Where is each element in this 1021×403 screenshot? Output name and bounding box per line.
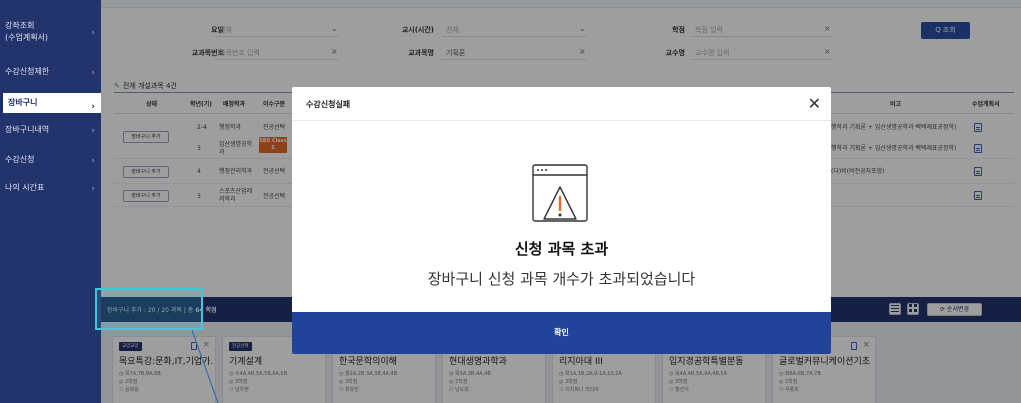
sidebar-item-cart-history[interactable]: 장바구니내역 › bbox=[0, 124, 101, 138]
chevron-right-icon: › bbox=[91, 156, 95, 166]
dialog-heading: 신청 과목 초과 bbox=[514, 240, 609, 258]
sidebar-item-label: 수강신청 bbox=[5, 155, 35, 164]
tutorial-highlight bbox=[95, 288, 203, 330]
sidebar-item-label: 장바구니 bbox=[8, 98, 38, 107]
sidebar-item-label: 강좌조회 (수업계획서) bbox=[5, 21, 49, 42]
chevron-right-icon: › bbox=[91, 126, 95, 136]
close-icon[interactable]: ✕ bbox=[808, 94, 821, 113]
sidebar-item-registration[interactable]: 수강신청 › bbox=[0, 154, 101, 168]
sidebar-item-label: 수강신청제한 bbox=[5, 67, 50, 76]
sidebar: 강좌조회 (수업계획서) › 수강신청제한 › 장바구니 › 장바구니내역 › … bbox=[0, 0, 101, 403]
chevron-right-icon: › bbox=[91, 68, 95, 78]
dialog-title: 수강신청실패 bbox=[306, 100, 351, 109]
warning-window-icon bbox=[529, 163, 591, 227]
chevron-right-icon: › bbox=[91, 102, 95, 112]
sidebar-item-timetable[interactable]: 나의 시간표 › bbox=[0, 182, 101, 196]
registration-failed-dialog: 수강신청실패 ✕ 신청 과목 초과 장바구니 신청 과목 개수가 초과되었습니다… bbox=[292, 87, 831, 354]
sidebar-item-restriction[interactable]: 수강신청제한 › bbox=[0, 66, 101, 80]
tutorial-pointer-line bbox=[191, 330, 219, 403]
dialog-message: 장바구니 신청 과목 개수가 초과되었습니다 bbox=[427, 270, 696, 288]
sidebar-item-label: 장바구니내역 bbox=[5, 125, 50, 134]
dialog-header: 수강신청실패 ✕ bbox=[292, 87, 831, 121]
chevron-right-icon: › bbox=[91, 184, 95, 194]
sidebar-item-course-search[interactable]: 강좌조회 (수업계획서) › bbox=[0, 20, 101, 46]
sidebar-item-label: 나의 시간표 bbox=[5, 183, 45, 192]
sidebar-item-cart[interactable]: 장바구니 › bbox=[0, 93, 101, 113]
chevron-right-icon: › bbox=[91, 28, 95, 38]
confirm-button[interactable]: 확인 bbox=[292, 312, 831, 354]
